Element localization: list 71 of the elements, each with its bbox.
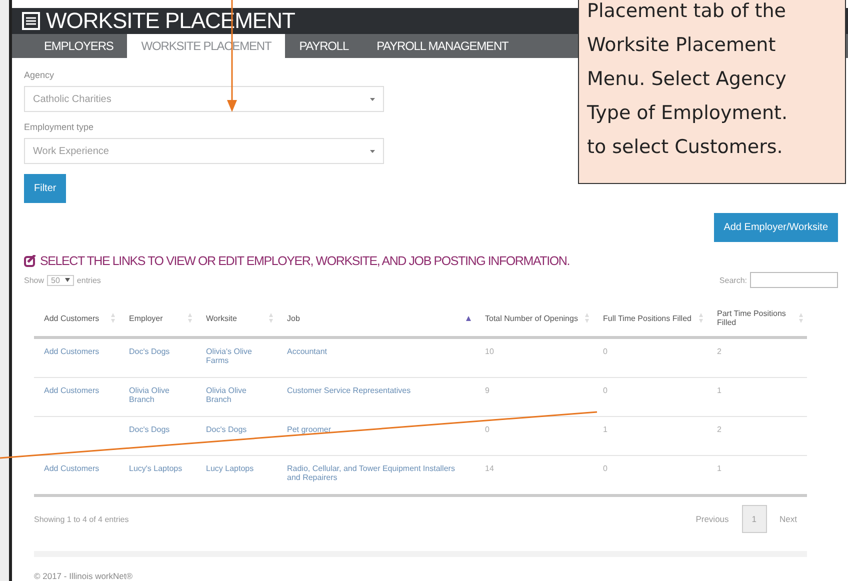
callout-text: Worksite Placement: [587, 33, 777, 58]
sort-icon[interactable]: [699, 313, 703, 323]
table-cell: 1: [717, 386, 722, 395]
add-customers-link[interactable]: Add Customers: [44, 347, 113, 356]
table-cell: 1: [603, 425, 608, 434]
worksite-link[interactable]: Olivia Olive Branch: [206, 386, 271, 404]
sort-icon[interactable]: [269, 313, 273, 323]
section-title: SELECT THE LINKS TO VIEW OR EDIT EMPLOYER, WORKSITE, AND JOB POSTING INFORMATION.: [40, 254, 570, 268]
worksite-link[interactable]: Doc's Dogs: [206, 425, 271, 434]
caret-icon: [370, 96, 375, 102]
edit-icon: [24, 255, 36, 267]
job-link[interactable]: Customer Service Representatives: [287, 386, 469, 395]
table-cell: 2: [717, 425, 722, 434]
show-label: Show: [24, 276, 44, 284]
sort-icon[interactable]: [111, 313, 115, 323]
callout-text: Type of Employment.: [587, 101, 788, 126]
list-icon: [22, 12, 40, 30]
add-employer-button[interactable]: Add Employer/Worksite: [714, 213, 838, 242]
job-link[interactable]: Accountant: [287, 347, 469, 356]
sort-ascending-icon[interactable]: [466, 316, 471, 320]
table-cell: 2: [717, 347, 722, 356]
callout-text: Placement tab of the: [587, 0, 787, 24]
entries-label: entries: [76, 276, 101, 284]
table-cell: 1: [717, 464, 722, 473]
entries-dropdown[interactable]: 50: [47, 274, 74, 286]
sort-icon[interactable]: [188, 313, 192, 323]
dropdown-field[interactable]: Catholic Charities: [24, 86, 384, 112]
search-label: Search:: [719, 276, 747, 284]
table-info: Showing 1 to 4 of 4 entries: [34, 514, 129, 524]
nav-tab[interactable]: PAYROLL: [285, 34, 363, 58]
employer-link[interactable]: Olivia Olive Branch: [129, 386, 190, 404]
column-header[interactable]: Job: [277, 302, 475, 339]
column-header[interactable]: Add Customers: [34, 302, 119, 339]
field-label: Employment type: [24, 122, 94, 132]
table-cell: 0: [603, 464, 608, 473]
table-cell: 14: [485, 464, 494, 473]
sort-icon[interactable]: [799, 313, 803, 323]
employer-link[interactable]: Lucy's Laptops: [129, 464, 190, 473]
job-link[interactable]: Radio, Cellular, and Tower Equipment Installers and Repairers: [287, 464, 469, 482]
column-header[interactable]: Employer: [119, 302, 196, 339]
worksite-link[interactable]: Olivia's Olive Farms: [206, 347, 271, 365]
column-header[interactable]: Full Time Positions Filled: [593, 302, 707, 339]
pagination-button[interactable]: Previous: [686, 514, 739, 524]
table-cell: 9: [485, 386, 490, 395]
table-cell: 10: [485, 347, 494, 356]
copyright-text: © 2017 - Illinois workNet®: [34, 571, 134, 581]
column-header[interactable]: Worksite: [196, 302, 277, 339]
table-cell: 0: [485, 425, 490, 434]
callout-text: to select Customers.: [587, 135, 784, 160]
employer-link[interactable]: Doc's Dogs: [129, 425, 190, 434]
add-customers-link[interactable]: Add Customers: [44, 386, 113, 395]
field-label: Agency: [24, 70, 54, 80]
pagination-button[interactable]: 1: [742, 505, 767, 533]
caret-icon: [64, 278, 70, 282]
add-customers-link[interactable]: Add Customers: [44, 464, 113, 473]
nav-tab[interactable]: EMPLOYERS: [30, 34, 128, 58]
filter-button[interactable]: Filter: [24, 174, 66, 203]
table-cell: 0: [603, 347, 608, 356]
employer-link[interactable]: Doc's Dogs: [129, 347, 190, 356]
job-link[interactable]: Pet groomer: [287, 425, 469, 434]
caret-icon: [370, 148, 375, 154]
column-header[interactable]: Total Number of Openings: [475, 302, 593, 339]
callout-text: Menu. Select Agency: [587, 67, 788, 92]
worksite-link[interactable]: Lucy Laptops: [206, 464, 271, 473]
search-field[interactable]: [750, 272, 838, 288]
sort-icon[interactable]: [585, 313, 589, 323]
table-cell: 0: [603, 386, 608, 395]
pagination-button[interactable]: Next: [770, 514, 807, 524]
nav-tab[interactable]: PAYROLL MANAGEMENT: [362, 34, 522, 58]
column-header[interactable]: Part Time Positions Filled: [707, 302, 807, 339]
dropdown-field[interactable]: Work Experience: [24, 138, 384, 164]
